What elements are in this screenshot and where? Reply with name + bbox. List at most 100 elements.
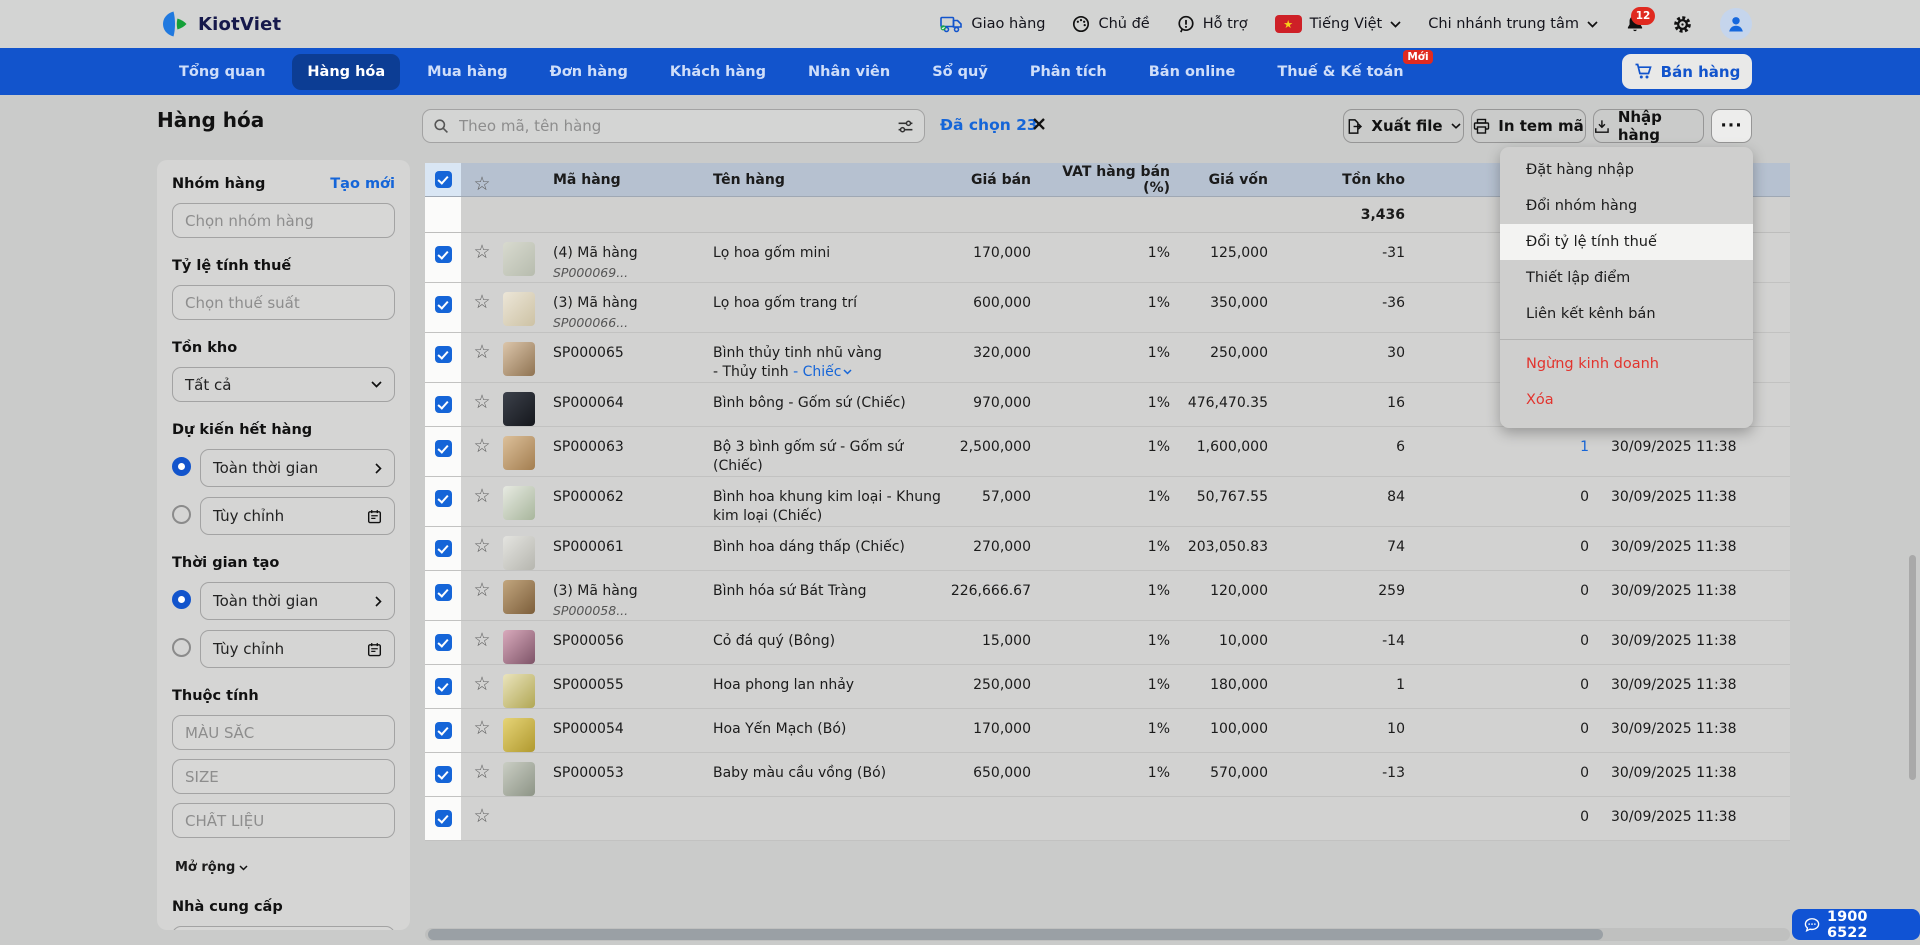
row-checkbox[interactable] xyxy=(434,396,452,413)
table-row[interactable]: SP000056 Cỏ đá quý (Bông) 15,000 1% 10,0… xyxy=(425,621,1790,665)
product-unit-link[interactable]: - Chiếc xyxy=(793,364,841,380)
created-alltime-radio[interactable] xyxy=(172,590,191,609)
horizontal-scrollbar-thumb[interactable] xyxy=(428,929,1603,940)
group-filter-input[interactable] xyxy=(172,203,395,238)
stock-filter-select[interactable]: Tất cả xyxy=(172,367,395,402)
print-labels-button[interactable]: In tem mã xyxy=(1471,109,1586,143)
row-checkbox[interactable] xyxy=(434,246,452,263)
support-chat-button[interactable]: 1900 6522 xyxy=(1792,909,1920,941)
col-header-vat[interactable]: VAT hàng bán (%) xyxy=(1031,164,1170,196)
branch-selector[interactable]: Chi nhánh trung tâm xyxy=(1428,16,1598,32)
expand-toggle[interactable]: Mở rộng xyxy=(175,860,395,875)
menu-item-danger[interactable]: Xóa xyxy=(1500,382,1753,418)
table-row[interactable]: SP000063 Bộ 3 bình gốm sứ - Gốm sứ (Chiế… xyxy=(425,427,1790,477)
nav-item[interactable]: Thuế & Kế toán Mới xyxy=(1262,49,1433,90)
star-icon[interactable] xyxy=(473,629,490,651)
menu-item-danger[interactable]: Ngừng kinh doanh xyxy=(1500,346,1753,382)
row-checkbox[interactable] xyxy=(434,440,452,457)
star-icon[interactable] xyxy=(473,805,490,827)
star-icon[interactable] xyxy=(473,535,490,557)
nav-item[interactable]: Tổng quan xyxy=(164,54,280,90)
star-icon[interactable] xyxy=(473,673,490,695)
table-row[interactable]: SP000054 Hoa Yến Mạch (Bó) 170,000 1% 10… xyxy=(425,709,1790,753)
user-avatar[interactable] xyxy=(1720,8,1752,40)
search-input[interactable] xyxy=(457,116,897,136)
row-checkbox[interactable] xyxy=(434,540,452,557)
customer-order-cell[interactable]: 1 xyxy=(1405,427,1589,457)
forecast-custom-option[interactable]: Tùy chỉnh xyxy=(200,497,395,535)
forecast-alltime-radio[interactable] xyxy=(172,457,191,476)
col-header-cost[interactable]: Giá vốn xyxy=(1170,172,1268,188)
horizontal-scrollbar[interactable] xyxy=(425,928,1790,941)
star-icon[interactable] xyxy=(473,173,490,195)
selected-count-chip[interactable]: Đã chọn 23 xyxy=(940,116,1038,134)
star-icon[interactable] xyxy=(473,435,490,457)
table-row[interactable]: SP000053 Baby màu cầu vồng (Bó) 650,000 … xyxy=(425,753,1790,797)
created-custom-option[interactable]: Tùy chỉnh xyxy=(200,630,395,668)
filter-sliders-icon[interactable] xyxy=(897,118,914,135)
tax-filter-input[interactable] xyxy=(172,285,395,320)
nav-item[interactable]: Đơn hàng xyxy=(535,54,643,90)
nav-item[interactable]: Nhân viên xyxy=(793,54,905,90)
nav-item[interactable]: Khách hàng xyxy=(655,54,781,90)
menu-item[interactable]: Đổi tỷ lệ tính thuế xyxy=(1500,224,1753,260)
nav-item[interactable]: Phân tích xyxy=(1015,54,1122,90)
menu-item[interactable]: Thiết lập điểm xyxy=(1500,260,1753,296)
table-row[interactable]: SP000055 Hoa phong lan nhảy 250,000 1% 1… xyxy=(425,665,1790,709)
row-checkbox[interactable] xyxy=(434,296,452,313)
star-icon[interactable] xyxy=(473,241,490,263)
customer-order-cell[interactable]: 0 xyxy=(1405,709,1589,739)
customer-order-cell[interactable]: 0 xyxy=(1405,621,1589,651)
col-header-name[interactable]: Tên hàng xyxy=(713,172,943,188)
row-checkbox[interactable] xyxy=(434,678,452,695)
row-checkbox[interactable] xyxy=(434,722,452,739)
menu-item[interactable]: Đổi nhóm hàng xyxy=(1500,188,1753,224)
shipping-menu[interactable]: Giao hàng xyxy=(940,16,1045,33)
attr-size-input[interactable] xyxy=(172,759,395,794)
supplier-filter-input[interactable] xyxy=(172,926,395,930)
support-menu[interactable]: Hỗ trợ xyxy=(1177,15,1248,33)
more-actions-button[interactable]: ··· xyxy=(1711,109,1752,143)
star-icon[interactable] xyxy=(473,579,490,601)
nav-item[interactable]: Sổ quỹ xyxy=(917,54,1003,90)
forecast-alltime-option[interactable]: Toàn thời gian xyxy=(200,449,395,487)
col-header-price[interactable]: Giá bán xyxy=(943,172,1031,188)
create-group-link[interactable]: Tạo mới xyxy=(330,176,395,192)
row-checkbox[interactable] xyxy=(434,634,452,651)
created-custom-radio[interactable] xyxy=(172,638,191,657)
table-row[interactable]: SP000061 Bình hoa dáng thấp (Chiếc) 270,… xyxy=(425,527,1790,571)
export-file-button[interactable]: Xuất file xyxy=(1343,109,1464,143)
customer-order-cell[interactable]: 0 xyxy=(1405,753,1589,783)
clear-selection-button[interactable] xyxy=(1032,117,1046,131)
nav-item[interactable]: Hàng hóa xyxy=(292,53,401,90)
nav-item[interactable]: Bán online xyxy=(1134,54,1251,90)
theme-menu[interactable]: Chủ đề xyxy=(1072,15,1150,33)
menu-item[interactable]: Đặt hàng nhập xyxy=(1500,152,1753,188)
customer-order-cell[interactable]: 0 xyxy=(1405,797,1589,827)
star-icon[interactable] xyxy=(473,485,490,507)
nav-item[interactable]: Mua hàng xyxy=(412,54,522,90)
customer-order-cell[interactable]: 0 xyxy=(1405,527,1589,557)
star-icon[interactable] xyxy=(473,761,490,783)
attr-color-input[interactable] xyxy=(172,715,395,750)
row-checkbox[interactable] xyxy=(434,584,452,601)
customer-order-cell[interactable]: 0 xyxy=(1405,477,1589,507)
table-row[interactable]: (3) Mã hàng SP000058... Bình hóa sứ Bát … xyxy=(425,571,1790,621)
row-checkbox[interactable] xyxy=(434,766,452,783)
vertical-scrollbar-thumb[interactable] xyxy=(1909,555,1916,780)
customer-order-cell[interactable]: 0 xyxy=(1405,571,1589,601)
star-icon[interactable] xyxy=(473,717,490,739)
language-menu[interactable]: ★ Tiếng Việt xyxy=(1274,15,1402,33)
settings-button[interactable] xyxy=(1672,14,1693,35)
row-checkbox[interactable] xyxy=(434,346,452,363)
star-icon[interactable] xyxy=(473,341,490,363)
star-icon[interactable] xyxy=(473,291,490,313)
table-row[interactable]: SP000062 Bình hoa khung kim loại - Khung… xyxy=(425,477,1790,527)
kiotviet-logo[interactable]: KiotViet xyxy=(160,9,281,39)
import-goods-button[interactable]: Nhập hàng xyxy=(1593,108,1704,144)
row-checkbox[interactable] xyxy=(434,490,452,507)
table-row[interactable]: 0 30/09/2025 11:38 xyxy=(425,797,1790,841)
select-all-checkbox[interactable] xyxy=(434,171,452,188)
row-checkbox[interactable] xyxy=(434,810,452,827)
sell-button[interactable]: Bán hàng xyxy=(1622,54,1752,89)
